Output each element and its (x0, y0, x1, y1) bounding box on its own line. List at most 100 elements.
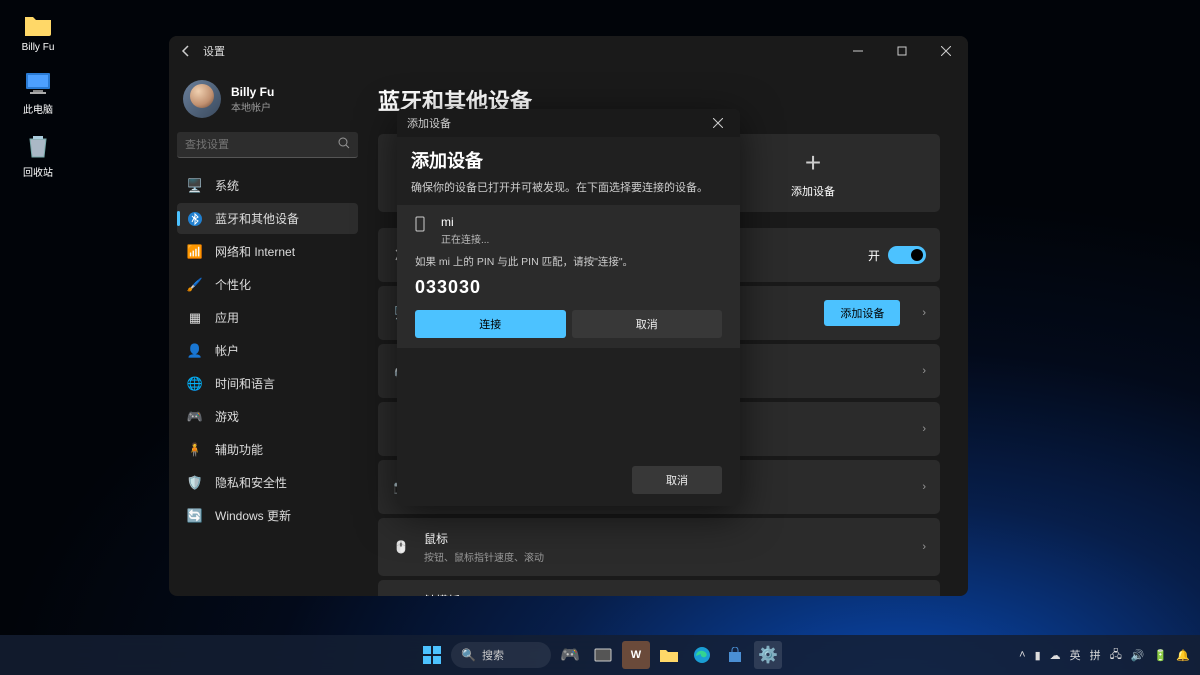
nav-label: 辅助功能 (215, 441, 263, 458)
dialog-description: 确保你的设备已打开并可被发现。在下面选择要连接的设备。 (411, 179, 726, 195)
nav-label: 游戏 (215, 408, 239, 425)
tray-onedrive-icon[interactable]: ☁ (1050, 649, 1061, 662)
nav-icon: 🔄 (187, 508, 203, 524)
nav-item-1[interactable]: 蓝牙和其他设备 (177, 203, 358, 234)
taskbar-search[interactable]: 🔍 搜索 (451, 642, 551, 668)
window-title: 设置 (203, 43, 225, 59)
taskbar-explorer[interactable] (655, 641, 683, 669)
device-name: mi (441, 215, 489, 229)
avatar (183, 80, 221, 118)
row-title: 触摸板 (424, 592, 908, 596)
desktop-this-pc-label: 此电脑 (23, 101, 53, 116)
nav-label: 帐户 (215, 342, 239, 359)
add-device-dialog: 添加设备 添加设备 确保你的设备已打开并可被发现。在下面选择要连接的设备。 mi… (397, 109, 740, 506)
nav-label: 时间和语言 (215, 375, 275, 392)
connect-button[interactable]: 连接 (415, 310, 566, 338)
search-icon (338, 137, 350, 152)
phone-icon (415, 215, 429, 246)
add-device-button[interactable]: 添加设备 (824, 300, 900, 326)
nav-label: 蓝牙和其他设备 (215, 210, 299, 227)
tray-battery-icon[interactable]: ▮ (1035, 649, 1041, 662)
add-device-tile-label: 添加设备 (791, 183, 835, 199)
chevron-right-icon: › (922, 423, 926, 435)
taskbar-edge[interactable] (688, 641, 716, 669)
nav-icon: 📶 (187, 244, 203, 260)
sidebar: Billy Fu 本地帐户 🖥️ 系统蓝牙和其他设备 📶 网络和 Internet 🖌️… (169, 66, 366, 596)
search-input[interactable] (185, 139, 338, 151)
pin-message: 如果 mi 上的 PIN 与此 PIN 匹配，请按"连接"。 (415, 254, 722, 269)
dialog-cancel-button[interactable]: 取消 (632, 466, 722, 494)
nav-item-6[interactable]: 🌐 时间和语言 (177, 368, 358, 399)
nav-icon: 🌐 (187, 376, 203, 392)
search-icon: 🔍 (461, 648, 476, 662)
tray-power-icon[interactable]: 🔋 (1154, 649, 1168, 662)
taskbar: 🔍 搜索 🎮 W ⚙️ ˄ ▮ ☁ 英 拼 🖧 🔊 🔋 🔔 (0, 635, 1200, 675)
nav-label: 隐私和安全性 (215, 474, 287, 491)
nav-item-2[interactable]: 📶 网络和 Internet (177, 236, 358, 267)
nav-icon: 🛡️ (187, 475, 203, 491)
chevron-right-icon: › (922, 481, 926, 493)
nav-icon: 🎮 (187, 409, 203, 425)
nav-label: 个性化 (215, 276, 251, 293)
minimize-button[interactable] (836, 36, 880, 66)
nav-item-7[interactable]: 🎮 游戏 (177, 401, 358, 432)
taskbar-search-text: 搜索 (482, 647, 504, 663)
search-box[interactable] (177, 132, 358, 158)
bluetooth-toggle[interactable] (888, 246, 926, 264)
user-account[interactable]: Billy Fu 本地帐户 (177, 76, 358, 122)
nav-item-5[interactable]: 👤 帐户 (177, 335, 358, 366)
desktop-this-pc[interactable]: 此电脑 (8, 69, 68, 116)
nav-label: 网络和 Internet (215, 243, 295, 260)
toggle-label: 开 (868, 247, 880, 264)
nav-item-10[interactable]: 🔄 Windows 更新 (177, 500, 358, 531)
user-type: 本地帐户 (231, 99, 274, 114)
desktop-recycle-bin-label: 回收站 (23, 164, 53, 179)
desktop-folder-label: Billy Fu (22, 42, 55, 53)
device-entry[interactable]: mi 正在连接... 如果 mi 上的 PIN 与此 PIN 匹配，请按"连接"… (397, 205, 740, 348)
nav-item-8[interactable]: 🧍辅助功能 (177, 434, 358, 465)
nav-icon: 🖥️ (187, 178, 203, 194)
nav-icon: 🖌️ (187, 277, 203, 293)
ime-lang-2[interactable]: 拼 (1090, 647, 1101, 663)
back-button[interactable] (179, 44, 193, 58)
nav-item-9[interactable]: 🛡️ 隐私和安全性 (177, 467, 358, 498)
nav-label: Windows 更新 (215, 507, 291, 524)
nav-item-3[interactable]: 🖌️ 个性化 (177, 269, 358, 300)
taskbar-settings[interactable]: ⚙️ (754, 641, 782, 669)
row-title: 鼠标 (424, 530, 908, 547)
device-status: 正在连接... (441, 231, 489, 246)
tray-network-icon[interactable]: 🖧 (1110, 646, 1122, 665)
start-button[interactable] (418, 641, 446, 669)
nav-icon: 👤 (187, 343, 203, 359)
settings-row-4[interactable]: 🖱️ 鼠标按钮、鼠标指针速度、滚动 › (378, 518, 940, 576)
nav-label: 系统 (215, 177, 239, 194)
tray-chevron-icon[interactable]: ˄ (1019, 649, 1025, 661)
pin-code: 033030 (415, 277, 722, 298)
cancel-button[interactable]: 取消 (572, 310, 723, 338)
nav-label: 应用 (215, 309, 239, 326)
tray-volume-icon[interactable]: 🔊 (1131, 649, 1145, 662)
desktop-recycle-bin[interactable]: 回收站 (8, 132, 68, 179)
chevron-right-icon: › (922, 365, 926, 377)
dialog-titlebar: 添加设备 (397, 109, 740, 137)
desktop-folder[interactable]: Billy Fu (8, 10, 68, 53)
nav-icon (187, 211, 203, 227)
dialog-close-button[interactable] (706, 111, 730, 135)
settings-row-5[interactable]: ▭触摸板点击、手势、滚动、缩放› (378, 580, 940, 596)
nav-item-4[interactable]: ▦应用 (177, 302, 358, 333)
row-subtitle: 按钮、鼠标指针速度、滚动 (424, 549, 908, 564)
close-button[interactable] (924, 36, 968, 66)
taskbar-app-taskview[interactable] (589, 641, 617, 669)
user-name: Billy Fu (231, 85, 274, 99)
taskbar-store[interactable] (721, 641, 749, 669)
taskbar-app-1[interactable]: 🎮 (556, 641, 584, 669)
titlebar: 设置 (169, 36, 968, 66)
chevron-right-icon: › (922, 541, 926, 553)
nav-item-0[interactable]: 🖥️ 系统 (177, 170, 358, 201)
taskbar-app-w[interactable]: W (622, 641, 650, 669)
ime-lang-1[interactable]: 英 (1070, 647, 1081, 663)
row-icon: 🖱️ (392, 540, 410, 554)
tray-notifications-icon[interactable]: 🔔 (1176, 649, 1190, 662)
plus-icon: + (805, 147, 821, 179)
maximize-button[interactable] (880, 36, 924, 66)
